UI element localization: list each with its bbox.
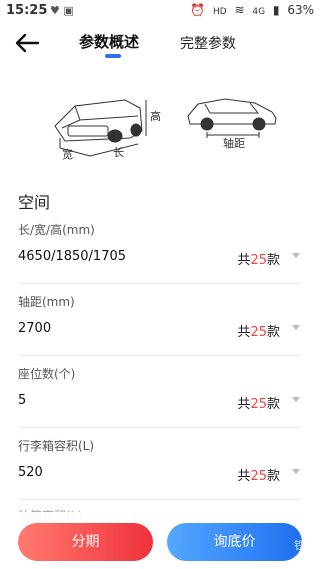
height-label: 高 (150, 109, 161, 123)
variant-count[interactable]: 共25款 (237, 393, 280, 412)
param-value: 520 (18, 465, 43, 480)
variant-count[interactable]: 共25款 (237, 465, 280, 484)
chevron-down-icon (292, 397, 300, 402)
status-bar: 15:25 ♥ ▣ ⏰ HD ≋ 4G ▮ 63% (0, 0, 320, 24)
arrow-left-icon (15, 33, 40, 53)
notification-icons: ♥ ▣ (50, 4, 74, 17)
inquiry-price-button[interactable]: 询底价 (167, 523, 302, 561)
param-row[interactable]: 座位数(个) 5 共25款 (18, 355, 302, 428)
network-badge: 4G (252, 7, 266, 17)
bottom-action-bar: 分期 询底价 (0, 512, 320, 569)
param-label: 行李箱容积(L) (18, 439, 95, 453)
section-title: 空间 (18, 193, 51, 212)
length-label: 长 (113, 146, 124, 159)
variant-count[interactable]: 共25款 (237, 321, 280, 340)
top-nav: 参数概述 完整参数 (0, 24, 320, 64)
chevron-down-icon (292, 325, 300, 330)
param-row[interactable]: 轴距(mm) 2700 共25款 (18, 283, 302, 356)
alarm-icon: ⏰ (190, 3, 206, 17)
param-row[interactable]: 长/宽/高(mm) 4650/1850/1705 共25款 (18, 211, 302, 284)
variant-count[interactable]: 共25款 (237, 249, 280, 268)
status-right-icons: ⏰ HD ≋ 4G ▮ 63% (186, 3, 314, 17)
width-label: 宽 (62, 147, 73, 161)
hd-badge: HD (212, 7, 227, 17)
tab-full-params[interactable]: 完整参数 (180, 33, 236, 53)
param-value: 2700 (18, 321, 52, 336)
tab-overview[interactable]: 参数概述 (79, 31, 139, 52)
installment-button[interactable]: 分期 (18, 523, 153, 561)
param-label: 轴距(mm) (18, 295, 75, 309)
battery-level: 63% (287, 3, 314, 17)
wifi-icon: ≋ (234, 3, 245, 17)
car-dimension-illustration: 高 宽 长 轴距 (54, 98, 277, 161)
watermark: 铁甲 (294, 539, 316, 552)
param-value: 4650/1850/1705 (18, 249, 127, 264)
signal-icon: ▮ (272, 3, 280, 17)
param-row[interactable]: 行李箱容积(L) 520 共25款 (18, 427, 302, 500)
param-value: 5 (18, 393, 27, 408)
param-label: 长/宽/高(mm) (18, 223, 95, 237)
wheelbase-label: 轴距 (223, 136, 245, 150)
dimension-diagram: 高 宽 长 轴距 (0, 86, 320, 176)
back-button[interactable] (14, 32, 40, 54)
param-label: 座位数(个) (18, 367, 76, 381)
status-time: 15:25 (6, 3, 48, 18)
chevron-down-icon (292, 253, 300, 258)
tab-indicator (105, 54, 121, 58)
chevron-down-icon (292, 469, 300, 474)
